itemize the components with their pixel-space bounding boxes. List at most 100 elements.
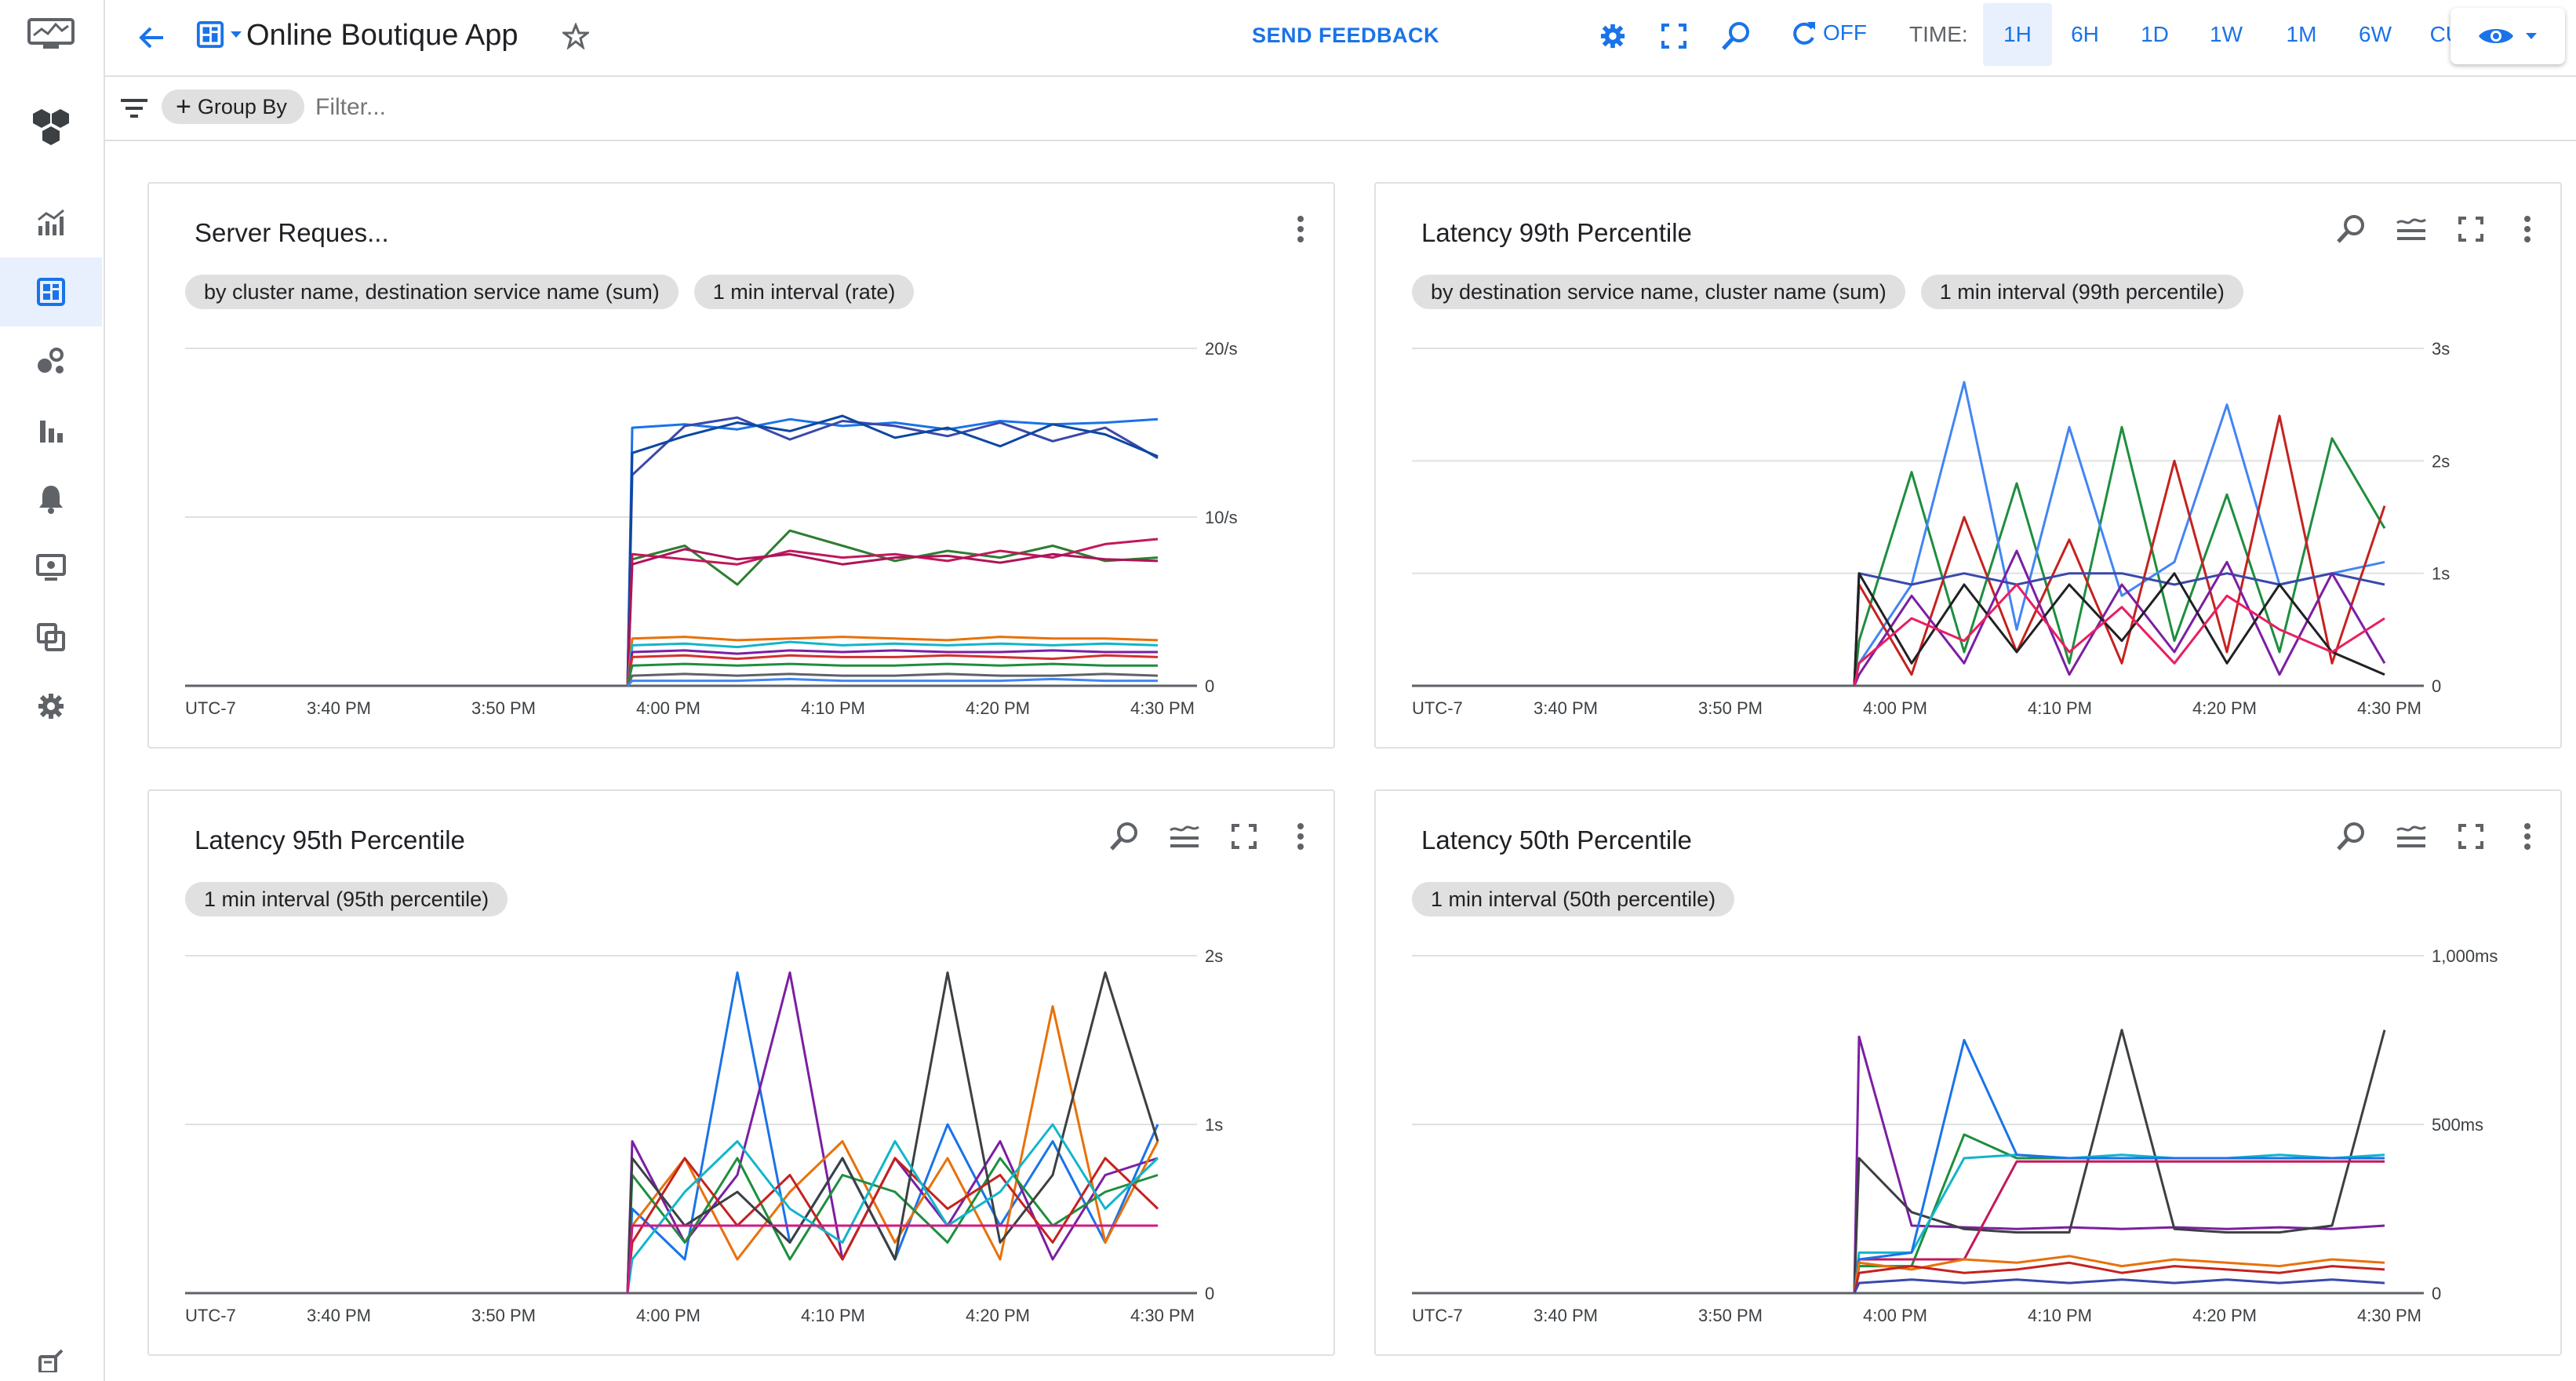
group-by-chip[interactable]: + Group By bbox=[162, 89, 304, 124]
panel-actions bbox=[1285, 212, 1316, 246]
bar-chart-icon[interactable] bbox=[0, 395, 102, 465]
legend-toggle-icon[interactable] bbox=[1166, 819, 1203, 854]
x-tick-label: 4:00 PM bbox=[1863, 1306, 1927, 1325]
x-tick-label: 3:50 PM bbox=[471, 698, 536, 718]
more-vert-icon[interactable] bbox=[2512, 212, 2543, 246]
interval-chip[interactable]: 1 min interval (95th percentile) bbox=[185, 882, 508, 916]
top-toolbar: Online Boutique App SEND FEEDBACK OFF TI… bbox=[105, 0, 2576, 77]
auto-refresh-label: OFF bbox=[1823, 20, 1867, 45]
chart-panel-latency-95: Latency 95th Percentile 1 min interval (… bbox=[147, 789, 1335, 1356]
more-vert-icon[interactable] bbox=[1285, 819, 1316, 854]
y-tick-label: 0 bbox=[1205, 676, 1214, 696]
x-tick-label: 4:10 PM bbox=[801, 698, 865, 718]
x-tick-label: 4:30 PM bbox=[1130, 698, 1195, 718]
fullscreen-icon[interactable] bbox=[2452, 212, 2490, 246]
chart-latency-95[interactable]: 0 1s 2s UTC-7 3:40 PM 3:50 PM 4:00 PM 4:10 PM 4:… bbox=[185, 940, 1299, 1332]
metrics-explorer-icon[interactable] bbox=[0, 188, 102, 257]
time-option-1d[interactable]: 1D bbox=[2124, 3, 2185, 66]
left-nav-rail bbox=[0, 0, 105, 1381]
x-tick-label: 3:40 PM bbox=[1534, 698, 1598, 718]
y-tick-label: 1s bbox=[1205, 1115, 1223, 1135]
dashboard-picker[interactable] bbox=[196, 20, 243, 49]
series-line[interactable] bbox=[1853, 583, 2385, 687]
groups-icon[interactable] bbox=[0, 603, 102, 672]
more-vert-icon[interactable] bbox=[1285, 212, 1316, 246]
y-tick-label: 0 bbox=[1205, 1284, 1214, 1303]
chart-panel-server-requests: Server Reques... by cluster name, destin… bbox=[147, 182, 1335, 749]
zoom-search-icon[interactable] bbox=[2333, 819, 2370, 854]
series-line[interactable] bbox=[626, 971, 1159, 1294]
zoom-search-icon[interactable] bbox=[1106, 819, 1144, 854]
plus-icon: + bbox=[176, 92, 191, 122]
x-tick-label: 4:00 PM bbox=[636, 698, 700, 718]
monitoring-logo-icon[interactable] bbox=[0, 0, 102, 69]
zoom-search-icon[interactable] bbox=[2333, 212, 2370, 246]
panel-title: Latency 95th Percentile bbox=[195, 825, 465, 854]
fullscreen-icon[interactable] bbox=[1225, 819, 1263, 854]
x-tick-label: 4:10 PM bbox=[2028, 698, 2092, 718]
gear-icon[interactable] bbox=[1595, 19, 1630, 53]
series-line[interactable] bbox=[1853, 1039, 2385, 1294]
x-tick-label: 4:10 PM bbox=[801, 1306, 865, 1325]
chart-latency-99[interactable]: 0 1s 2s 3s UTC-7 3:40 PM 3:50 PM 4:00 PM 4:10 PM… bbox=[1412, 333, 2526, 725]
x-tick-label: 4:30 PM bbox=[2357, 698, 2421, 718]
series-line[interactable] bbox=[1853, 425, 2386, 687]
alert-bell-icon[interactable] bbox=[0, 465, 102, 534]
panel-actions bbox=[2333, 212, 2543, 246]
time-option-6w[interactable]: 6W bbox=[2344, 3, 2407, 66]
chart-server-requests[interactable]: 0 10/s 20/s UTC-7 3:40 PM 3:50 PM 4:00 PM 4:10 … bbox=[185, 333, 1299, 725]
panel-title: Latency 50th Percentile bbox=[1421, 825, 1692, 854]
panel-actions bbox=[2333, 819, 2543, 854]
filter-input[interactable] bbox=[314, 91, 1023, 124]
aggregation-chip[interactable]: by destination service name, cluster nam… bbox=[1412, 275, 1905, 309]
x-tick-label: 4:20 PM bbox=[966, 1306, 1030, 1325]
y-tick-label: 2s bbox=[1205, 946, 1223, 966]
send-feedback-button[interactable]: SEND FEEDBACK bbox=[1252, 24, 1439, 48]
hexagons-icon[interactable] bbox=[0, 93, 102, 162]
x-tick-label: 4:10 PM bbox=[2028, 1306, 2092, 1325]
time-option-1w[interactable]: 1W bbox=[2195, 3, 2258, 66]
settings-icon[interactable] bbox=[0, 672, 102, 741]
star-icon[interactable] bbox=[558, 19, 593, 53]
x-tick-label: 3:40 PM bbox=[307, 698, 371, 718]
aggregation-chip[interactable]: by cluster name, destination service nam… bbox=[185, 275, 679, 309]
more-vert-icon[interactable] bbox=[2512, 819, 2543, 854]
x-tick-label: UTC-7 bbox=[185, 698, 236, 718]
series-line[interactable] bbox=[626, 1005, 1159, 1294]
auto-refresh-toggle[interactable]: OFF bbox=[1790, 19, 1867, 47]
release-notes-icon[interactable] bbox=[0, 1340, 102, 1381]
x-tick-label: 3:50 PM bbox=[1698, 1306, 1763, 1325]
back-arrow-icon[interactable] bbox=[133, 19, 171, 56]
time-label: TIME: bbox=[1909, 22, 1968, 46]
fullscreen-icon[interactable] bbox=[1657, 19, 1691, 53]
x-tick-label: UTC-7 bbox=[185, 1306, 236, 1325]
zoom-search-icon[interactable] bbox=[1718, 17, 1756, 55]
series-line[interactable] bbox=[1853, 1261, 2385, 1294]
panel-chips: by cluster name, destination service nam… bbox=[185, 275, 915, 309]
x-tick-label: 3:50 PM bbox=[1698, 698, 1763, 718]
services-icon[interactable] bbox=[0, 326, 102, 395]
interval-chip[interactable]: 1 min interval (rate) bbox=[693, 275, 915, 309]
time-option-6h[interactable]: 6H bbox=[2054, 3, 2116, 66]
interval-chip[interactable]: 1 min interval (50th percentile) bbox=[1412, 882, 1735, 916]
x-tick-label: 4:30 PM bbox=[1130, 1306, 1195, 1325]
time-option-1h[interactable]: 1H bbox=[1983, 3, 2052, 66]
legend-toggle-icon[interactable] bbox=[2392, 819, 2430, 854]
series-line[interactable] bbox=[1853, 1255, 2385, 1294]
filter-bar: + Group By bbox=[105, 77, 2576, 141]
interval-chip[interactable]: 1 min interval (99th percentile) bbox=[1920, 275, 2243, 309]
fullscreen-icon[interactable] bbox=[2452, 819, 2490, 854]
legend-toggle-icon[interactable] bbox=[2392, 212, 2430, 246]
filter-list-icon[interactable] bbox=[116, 91, 152, 126]
view-mode-button[interactable] bbox=[2450, 8, 2565, 64]
series-line[interactable] bbox=[1853, 1278, 2385, 1294]
y-tick-label: 1s bbox=[2432, 564, 2450, 584]
x-tick-label: 4:00 PM bbox=[636, 1306, 700, 1325]
chart-panel-latency-50: Latency 50th Percentile 1 min interval (… bbox=[1374, 789, 2562, 1356]
uptime-monitor-icon[interactable] bbox=[0, 534, 102, 603]
x-tick-label: 3:40 PM bbox=[1534, 1306, 1598, 1325]
chart-panel-latency-99: Latency 99th Percentile by destination s… bbox=[1374, 182, 2562, 749]
time-option-1m[interactable]: 1M bbox=[2270, 3, 2333, 66]
dashboards-icon[interactable] bbox=[0, 257, 102, 326]
chart-latency-50[interactable]: 0 500ms 1,000ms UTC-7 3:40 PM 3:50 PM 4:00 PM 4… bbox=[1412, 940, 2526, 1332]
